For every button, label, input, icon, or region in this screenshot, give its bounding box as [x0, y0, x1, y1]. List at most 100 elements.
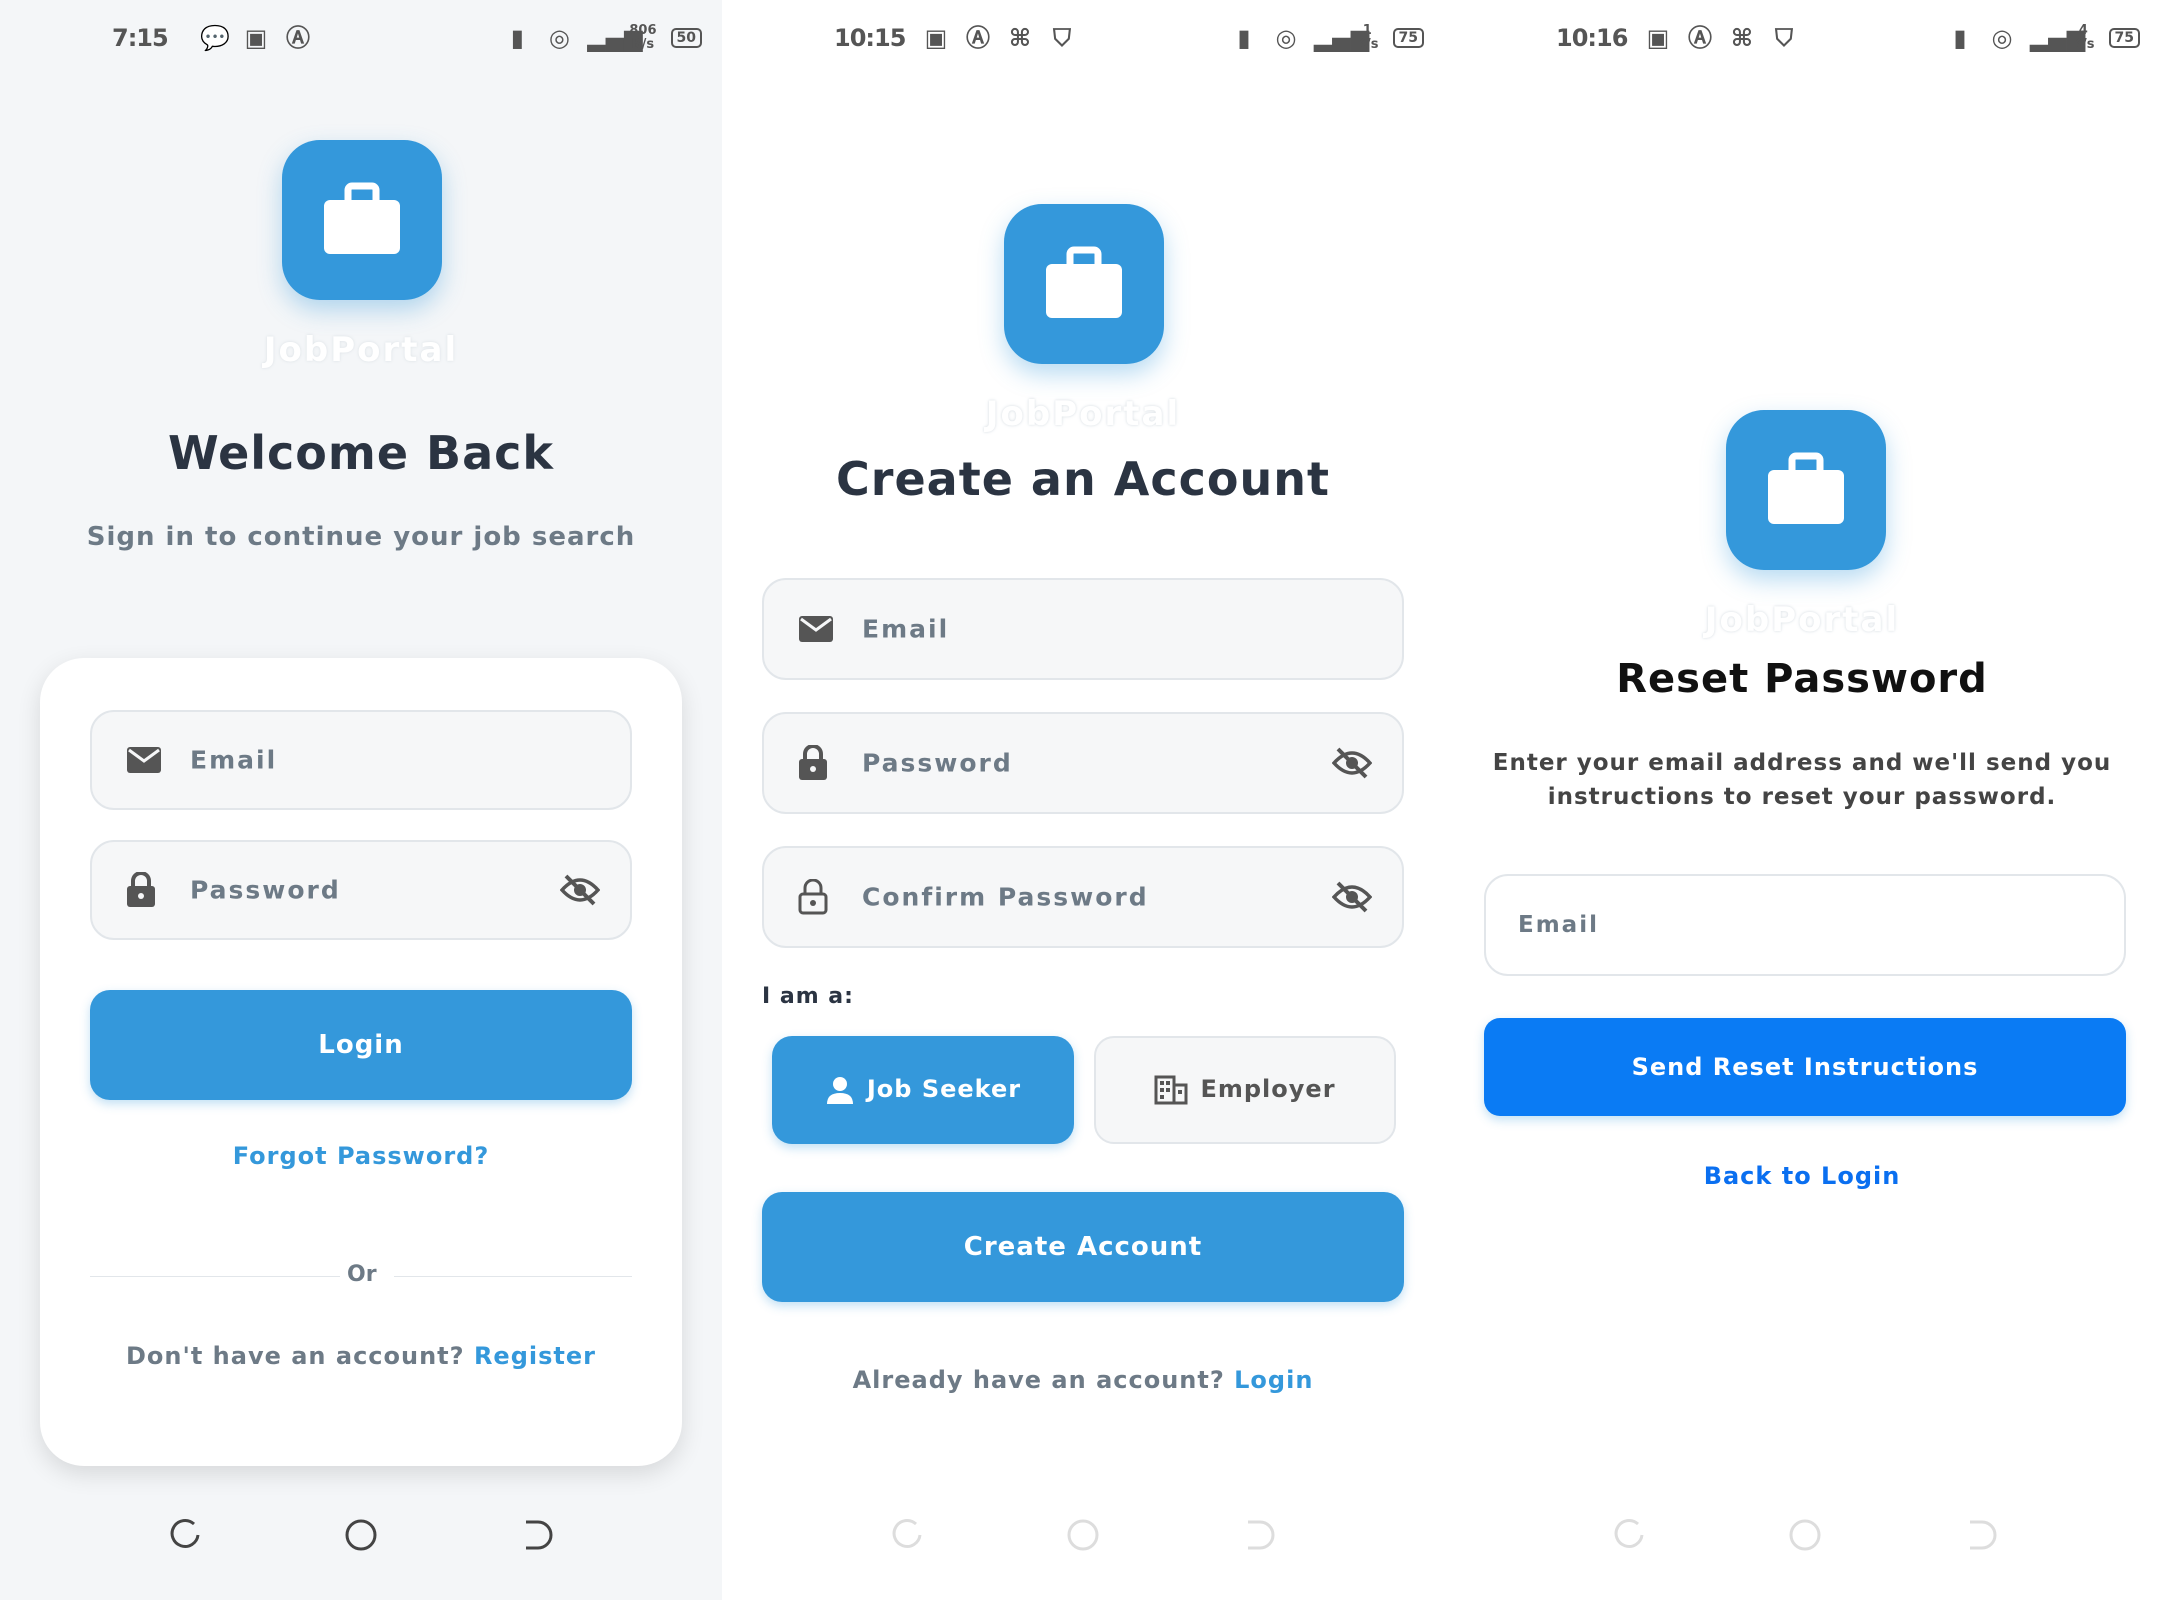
vibrate-icon: ▮: [1237, 24, 1251, 52]
shield-icon: ⛉: [1775, 24, 1793, 52]
brand-name: JobPortal: [1704, 600, 1900, 640]
email-field[interactable]: Email: [1484, 874, 2126, 976]
role-employer-button[interactable]: Employer: [1094, 1036, 1396, 1144]
status-right-icons: ▮ ◎ ▂▄▆ 806 B/s 50: [503, 24, 702, 52]
gamepad-icon: ⌘: [1730, 24, 1754, 52]
login-screen: 7:15 💬 ▣ Ⓐ ▮ ◎ ▂▄▆ 806 B/s 50 JobPortal …: [0, 0, 722, 1600]
reset-password-screen: 10:16 ▣ Ⓐ ⌘ ⛉ ▮ ◎ ▂▄▆ 4 K/s 75 JobPortal…: [1444, 0, 2160, 1600]
send-reset-label: Send Reset Instructions: [1631, 1053, 1979, 1081]
have-account-text: Already have an account?: [852, 1366, 1235, 1394]
brand-name: JobPortal: [985, 394, 1181, 434]
email-placeholder: Email: [862, 614, 950, 644]
status-time: 10:16: [1556, 24, 1628, 52]
back-icon[interactable]: [1242, 1518, 1276, 1552]
sim-icon: ▣: [244, 24, 268, 52]
briefcase-icon: [1046, 246, 1122, 318]
nav-bar: [722, 1504, 1444, 1564]
app-icon: Ⓐ: [1688, 24, 1712, 52]
eye-off-icon[interactable]: [1332, 747, 1372, 779]
eye-off-icon[interactable]: [1332, 881, 1372, 913]
recent-apps-icon[interactable]: [1612, 1518, 1646, 1552]
logo: [282, 140, 442, 300]
hotspot-icon: ◎: [548, 24, 570, 52]
role-job-seeker-button[interactable]: Job Seeker: [772, 1036, 1074, 1144]
email-field[interactable]: Email: [90, 710, 632, 810]
briefcase-icon: [324, 182, 400, 254]
vibrate-icon: ▮: [510, 24, 524, 52]
briefcase-icon: [1768, 452, 1844, 524]
login-button-label: Login: [318, 1030, 404, 1060]
page-title: Reset Password: [1616, 656, 1988, 702]
signal-icon: ▂▄▆: [2029, 24, 2086, 52]
status-left-icons: ▣ Ⓐ ⌘ ⛉: [922, 24, 1076, 52]
sim-icon: ▣: [1646, 24, 1670, 52]
vibrate-icon: ▮: [1953, 24, 1967, 52]
recent-apps-icon[interactable]: [890, 1518, 924, 1552]
home-icon[interactable]: [344, 1518, 378, 1552]
page-subtitle-line2: instructions to reset your password.: [1547, 784, 2057, 810]
create-account-button[interactable]: Create Account: [762, 1192, 1404, 1302]
password-placeholder: Password: [190, 875, 341, 905]
back-to-login-link[interactable]: Back to Login: [1444, 1162, 2160, 1190]
person-icon: [826, 1077, 853, 1104]
status-bar: 10:15 ▣ Ⓐ ⌘ ⛉ ▮ ◎ ▂▄▆ 1 K/s 75: [722, 18, 1444, 62]
email-field[interactable]: Email: [762, 578, 1404, 680]
back-icon[interactable]: [520, 1518, 554, 1552]
status-time: 7:15: [112, 24, 169, 52]
divider-right: [394, 1276, 632, 1277]
login-button[interactable]: Login: [90, 990, 632, 1100]
status-right-icons: ▮ ◎ ▂▄▆ 1 K/s 75: [1230, 24, 1424, 52]
or-text: Or: [347, 1262, 377, 1287]
hotspot-icon: ◎: [1275, 24, 1297, 52]
no-account-text: Don't have an account?: [126, 1342, 474, 1370]
recent-apps-icon[interactable]: [168, 1518, 202, 1552]
login-link[interactable]: Login: [1234, 1366, 1313, 1394]
register-screen: 10:15 ▣ Ⓐ ⌘ ⛉ ▮ ◎ ▂▄▆ 1 K/s 75 JobPortal…: [722, 0, 1444, 1600]
email-placeholder: Email: [1518, 912, 1599, 938]
nav-bar: [1444, 1504, 2160, 1564]
mail-icon: [127, 747, 161, 773]
net-speed: 1 K/s: [1355, 23, 1379, 52]
battery-icon: 75: [2108, 28, 2140, 48]
hotspot-icon: ◎: [1991, 24, 2013, 52]
battery-icon: 50: [670, 28, 702, 48]
lock-icon: [799, 745, 827, 780]
email-placeholder: Email: [190, 745, 278, 775]
signal-icon: ▂▄▆: [1313, 24, 1370, 52]
page-subtitle-line1: Enter your email address and we'll send …: [1492, 750, 2112, 776]
login-row: Already have an account? Login: [722, 1366, 1444, 1394]
confirm-password-placeholder: Confirm Password: [862, 882, 1149, 912]
eye-off-icon[interactable]: [560, 874, 600, 906]
battery-icon: 75: [1392, 28, 1424, 48]
home-icon[interactable]: [1066, 1518, 1100, 1552]
create-account-label: Create Account: [963, 1232, 1203, 1262]
lock-icon: [127, 872, 155, 907]
app-icon: Ⓐ: [286, 24, 310, 52]
status-right-icons: ▮ ◎ ▂▄▆ 4 K/s 75: [1946, 24, 2140, 52]
mail-icon: [799, 616, 833, 642]
nav-bar: [0, 1504, 722, 1564]
brand-name: JobPortal: [263, 330, 459, 370]
chat-icon: 💬: [200, 24, 230, 52]
forgot-password-link[interactable]: Forgot Password?: [40, 1142, 682, 1170]
app-icon: Ⓐ: [966, 24, 990, 52]
confirm-password-field[interactable]: Confirm Password: [762, 846, 1404, 948]
logo: [1004, 204, 1164, 364]
send-reset-button[interactable]: Send Reset Instructions: [1484, 1018, 2126, 1116]
building-icon: [1154, 1075, 1188, 1105]
page-title: Create an Account: [836, 452, 1330, 506]
password-field[interactable]: Password: [762, 712, 1404, 814]
password-placeholder: Password: [862, 748, 1013, 778]
divider-left: [90, 1276, 340, 1277]
register-row: Don't have an account? Register: [40, 1342, 682, 1370]
role-employer-label: Employer: [1200, 1075, 1336, 1103]
net-speed: 4 K/s: [2071, 23, 2095, 52]
status-left-icons: ▣ Ⓐ ⌘ ⛉: [1644, 24, 1798, 52]
logo: [1726, 410, 1886, 570]
register-link[interactable]: Register: [474, 1342, 596, 1370]
back-icon[interactable]: [1964, 1518, 1998, 1552]
signal-icon: ▂▄▆: [587, 24, 643, 52]
status-time: 10:15: [834, 24, 906, 52]
password-field[interactable]: Password: [90, 840, 632, 940]
home-icon[interactable]: [1788, 1518, 1822, 1552]
